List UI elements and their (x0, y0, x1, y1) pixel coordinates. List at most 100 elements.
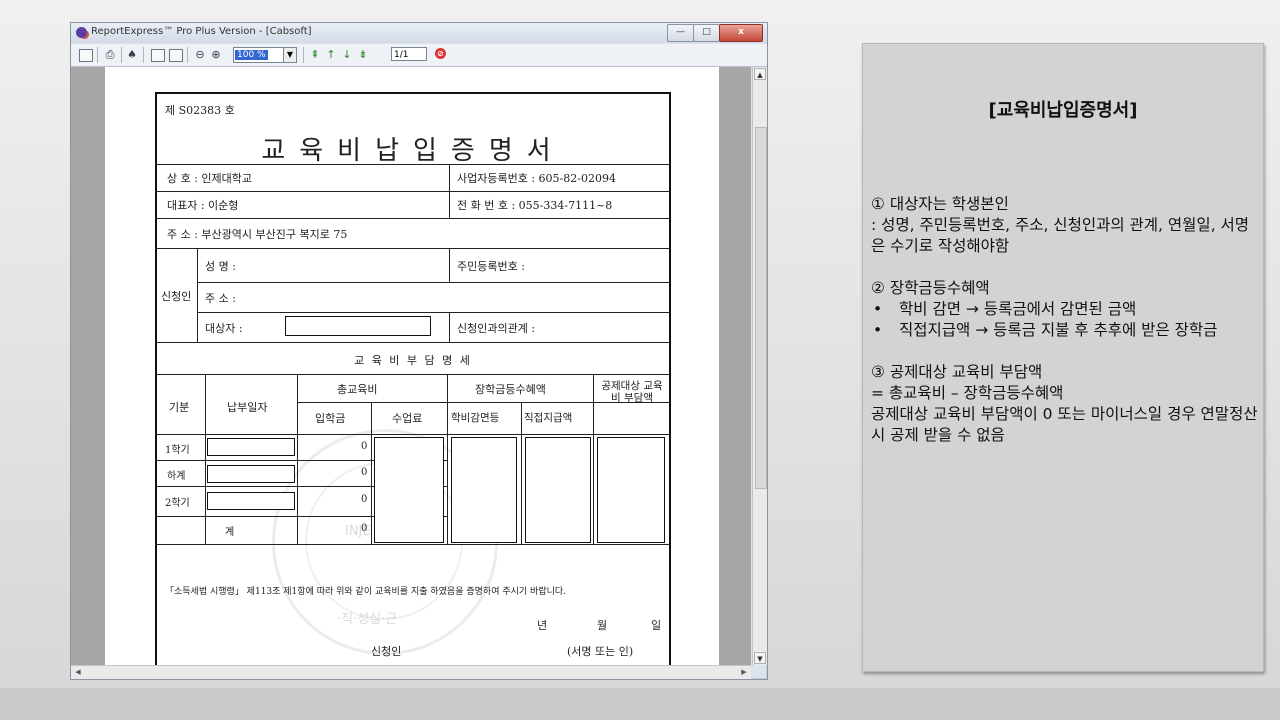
detail-title: 교 육 비 부 담 명 세 (354, 354, 472, 367)
col-line (449, 312, 450, 342)
window-title: ReportExpress™ Pro Plus Version - [Cabso… (91, 26, 312, 37)
document-number: 제 S02383 호 (165, 104, 235, 117)
col-line (449, 164, 450, 218)
row-label: 2학기 (165, 498, 190, 509)
page-setup-icon[interactable] (79, 49, 93, 62)
first-page-icon[interactable]: ⇞ (309, 47, 321, 62)
redacted-box (207, 438, 295, 456)
row-label: 1학기 (165, 445, 190, 456)
col-line (197, 248, 198, 342)
redacted-box (525, 437, 591, 543)
col-term: 기분 (169, 401, 190, 414)
redacted-box (597, 437, 665, 543)
row-label: 계 (225, 527, 235, 538)
sign-note: (서명 또는 인) (567, 645, 634, 658)
col-deduction: 공제대상 교육비 부담액 (601, 380, 663, 404)
report-viewport: INJE UNIV ·직·성실·근 제 S02383 호 교육비납입증명서 (71, 67, 751, 665)
redacted-box (374, 437, 444, 543)
find-icon[interactable]: ♠ (125, 47, 139, 62)
toolbar-separator (143, 47, 144, 63)
col-total: 총교육비 (337, 383, 378, 396)
applicant-name-label: 성 명 : (205, 260, 236, 273)
horizontal-scrollbar[interactable]: ◀ ▶ (71, 665, 751, 679)
row-value: 0 (361, 523, 368, 534)
row-line (157, 218, 669, 219)
redacted-box (285, 316, 431, 336)
col-line (447, 374, 448, 544)
section-1-heading: ① 대상자는 학생본인 (871, 195, 1009, 213)
company-name: 상 호 : 인제대학교 (167, 172, 253, 185)
applicant-address-label: 주 소 : (205, 292, 236, 305)
col-line (297, 374, 298, 544)
slide-bottom-band (0, 688, 1280, 720)
day-label: 일 (651, 619, 662, 632)
scroll-right-icon[interactable]: ▶ (738, 667, 750, 678)
col-direct: 직접지급액 (524, 412, 573, 424)
print-icon[interactable]: ⎙ (103, 47, 117, 62)
applicant-label: 신청인 (161, 290, 192, 303)
zoom-out-icon[interactable]: ⊖ (193, 47, 207, 62)
company-address: 주 소 : 부산광역시 부산진구 복지로 75 (167, 228, 348, 241)
scroll-down-icon[interactable]: ▼ (754, 652, 766, 664)
legal-statement: 「소득세법 시행령」 제113조 제1항에 따라 위와 같이 교육비를 지출 하… (165, 587, 567, 597)
row-value: 0 (361, 467, 368, 478)
section-2-bullet: 직접지급액 → 등록금 지불 후 추후에 받은 장학금 (871, 320, 1261, 341)
toolbar: ⎙ ♠ ⊖ ⊕ 100 % ▼ ⇞ ↑ ↓ ⇟ 1/1 ⊘ (71, 44, 767, 67)
document-title: 교육비납입증명서 (261, 136, 565, 166)
col-line (521, 402, 522, 544)
col-line (593, 374, 594, 544)
title-bar[interactable]: ReportExpress™ Pro Plus Version - [Cabso… (71, 23, 767, 43)
maximize-button[interactable]: □ (693, 24, 720, 42)
toolbar-separator (97, 47, 98, 63)
row-label: 하계 (167, 471, 186, 482)
row-line (157, 191, 669, 192)
next-page-icon[interactable]: ↓ (341, 47, 353, 62)
row-line (157, 342, 669, 343)
tuition-certificate-form: INJE UNIV ·직·성실·근 제 S02383 호 교육비납입증명서 (155, 92, 671, 665)
row-line (197, 312, 669, 313)
section-2-heading: ② 장학금등수혜액 (871, 279, 990, 297)
business-number: 사업자등록번호 : 605-82-02094 (457, 172, 616, 185)
panel-body: ① 대상자는 학생본인 : 성명, 주민등록번호, 주소, 신청인과의 관계, … (871, 194, 1261, 446)
vertical-scrollbar[interactable]: ▲ ▼ (752, 67, 767, 665)
stop-icon[interactable]: ⊘ (435, 48, 446, 59)
minimize-button[interactable]: — (667, 24, 694, 42)
col-tuition: 수업료 (392, 412, 423, 425)
last-page-icon[interactable]: ⇟ (357, 47, 369, 62)
col-line (371, 402, 372, 544)
page-number-input[interactable]: 1/1 (391, 47, 427, 61)
col-reduction: 학비감면등 (451, 412, 500, 424)
toolbar-separator (303, 47, 304, 63)
row-line (157, 544, 669, 545)
section-3-heading: ③ 공제대상 교육비 부담액 (871, 363, 1043, 381)
col-scholarship: 장학금등수혜액 (475, 383, 546, 396)
scroll-left-icon[interactable]: ◀ (72, 667, 84, 678)
applicant-id-label: 주민등록번호 : (457, 260, 525, 273)
redacted-box (207, 492, 295, 510)
month-label: 월 (597, 619, 608, 632)
year-label: 년 (537, 619, 548, 632)
multi-page-icon[interactable] (169, 49, 183, 62)
close-button[interactable]: x (719, 24, 763, 42)
prev-page-icon[interactable]: ↑ (325, 47, 337, 62)
caption-buttons: — □ x (667, 24, 763, 42)
explanation-panel: [교육비납입증명서] ① 대상자는 학생본인 : 성명, 주민등록번호, 주소,… (862, 43, 1264, 672)
row-line (197, 282, 669, 283)
report-viewer-window: ReportExpress™ Pro Plus Version - [Cabso… (70, 22, 768, 680)
redacted-box (451, 437, 517, 543)
sign-applicant-label: 신청인 (371, 645, 402, 658)
zoom-select[interactable]: 100 % ▼ (233, 47, 297, 63)
representative: 대표자 : 이순형 (167, 199, 239, 212)
row-value: 0 (361, 441, 368, 452)
scroll-up-icon[interactable]: ▲ (754, 68, 766, 80)
scroll-thumb[interactable] (755, 127, 767, 489)
redacted-box (207, 465, 295, 483)
seal-text: ·직·성실·근 (337, 612, 398, 627)
toolbar-separator (121, 47, 122, 63)
zoom-in-icon[interactable]: ⊕ (209, 47, 223, 62)
relation-label: 신청인과의관계 : (457, 322, 536, 335)
single-page-icon[interactable] (151, 49, 165, 62)
chevron-down-icon[interactable]: ▼ (283, 48, 296, 62)
section-3-line: 공제대상 교육비 부담액이 0 또는 마이너스일 경우 연말정산시 공제 받을 … (871, 405, 1258, 444)
section-2-bullet: 학비 감면 → 등록금에서 감면된 금액 (871, 299, 1261, 320)
